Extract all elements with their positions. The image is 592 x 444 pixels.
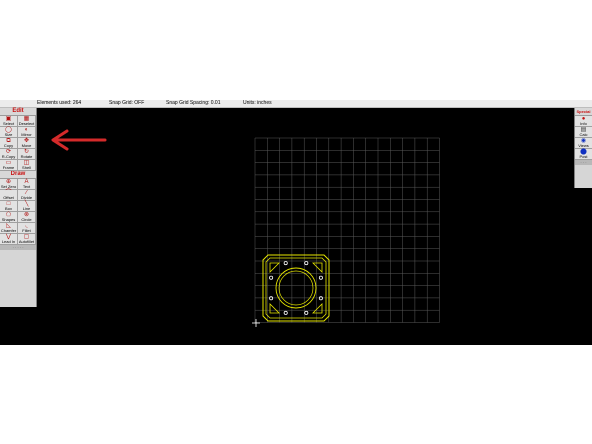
- tool-shapes[interactable]: ⬠ Shapes: [0, 212, 18, 223]
- cad-application-window: Elements used: 264 Snap Grid: OFF Snap G…: [0, 100, 592, 345]
- part-drawing: [262, 254, 330, 322]
- tool-autofillet[interactable]: ▢ Autofillet: [18, 234, 36, 245]
- status-bar: Elements used: 264 Snap Grid: OFF Snap G…: [0, 100, 592, 108]
- bolt-hole: [283, 261, 288, 266]
- tool-lead-in[interactable]: ⋁ Lead In: [0, 234, 18, 245]
- edit-tool-grid: ▣ Select ▦ Deselect ◯ Size ◐ Mirror ⧉ Copy ✥ M…: [0, 116, 36, 171]
- tool-select[interactable]: ▣ Select: [0, 116, 18, 127]
- left-toolbox-grip[interactable]: · · · · ·: [0, 245, 36, 250]
- left-arrow-icon: [51, 129, 107, 151]
- tool-mirror[interactable]: ◐ Mirror: [18, 127, 36, 138]
- tool-text[interactable]: A Text: [18, 179, 36, 190]
- tool-views[interactable]: ◉ Views: [575, 138, 592, 149]
- tool-set-zero[interactable]: ⊕ Set Zero: [0, 179, 18, 190]
- bolt-hole: [304, 310, 309, 315]
- bolt-holes: [269, 261, 323, 315]
- draw-panel-header: Draw: [0, 171, 36, 179]
- corner-notch-bottom-right: [312, 303, 323, 314]
- snap-spacing-readout: Snap Grid Spacing: 0.01: [166, 100, 221, 106]
- part-outer-outline: [262, 254, 330, 322]
- snap-grid-readout: Snap Grid: OFF: [109, 100, 145, 106]
- tool-calc[interactable]: ▤ Calc: [575, 127, 592, 138]
- corner-notch-top-right: [312, 262, 323, 273]
- tool-deselect[interactable]: ▦ Deselect: [18, 116, 36, 127]
- tool-rcopy[interactable]: ⟳ R-Copy: [0, 149, 18, 160]
- bolt-hole: [283, 310, 288, 315]
- corner-notch-bottom-left: [269, 303, 280, 314]
- corner-notch-top-left: [269, 262, 280, 273]
- tool-chamfer[interactable]: ◺ Chamfer: [0, 223, 18, 234]
- tool-rotate[interactable]: ↻ Rotate: [18, 149, 36, 160]
- tool-move[interactable]: ✥ Move: [18, 138, 36, 149]
- bolt-hole: [269, 296, 274, 301]
- tool-frame[interactable]: ▭ Frame: [0, 160, 18, 171]
- bolt-hole: [318, 275, 323, 280]
- tool-post[interactable]: ⬤ Post: [575, 149, 592, 160]
- tool-offset[interactable]: ⌒ Offset: [0, 190, 18, 201]
- tool-shell[interactable]: ◫ Shell: [18, 160, 36, 171]
- tool-fillet[interactable]: ◟ Fillet: [18, 223, 36, 234]
- edit-panel-header: Edit: [0, 108, 36, 116]
- units-readout: Units: inches: [243, 100, 272, 106]
- tool-divide[interactable]: ∕ Divide: [18, 190, 36, 201]
- draw-tool-grid: ⊕ Set Zero A Text ⌒ Offset ∕ Divide □ Box ╲ Li…: [0, 179, 36, 245]
- snap-grid: [254, 137, 440, 323]
- bolt-hole: [318, 296, 323, 301]
- right-toolbox: Special ● Info ▤ Calc ◉ Views ⬤ Post · · ·: [574, 108, 592, 188]
- special-panel-header: Special: [575, 108, 592, 116]
- crosshair-icon: [252, 319, 260, 327]
- left-toolbox: Edit ▣ Select ▦ Deselect ◯ Size ◐ Mirror ⧉ Co…: [0, 108, 37, 307]
- tool-copy[interactable]: ⧉ Copy: [0, 138, 18, 149]
- tool-box[interactable]: □ Box: [0, 201, 18, 212]
- bolt-hole: [304, 261, 309, 266]
- tool-size[interactable]: ◯ Size: [0, 127, 18, 138]
- tool-line[interactable]: ╲ Line: [18, 201, 36, 212]
- tool-info[interactable]: ● Info: [575, 116, 592, 127]
- tool-circle[interactable]: ⊗ Circle: [18, 212, 36, 223]
- right-toolbox-grip[interactable]: · · ·: [575, 160, 592, 165]
- center-bore-outer: [275, 267, 317, 309]
- center-bore-inner: [278, 270, 314, 306]
- bolt-hole: [269, 275, 274, 280]
- drawing-canvas[interactable]: [37, 108, 573, 345]
- elements-used-readout: Elements used: 264: [37, 100, 82, 106]
